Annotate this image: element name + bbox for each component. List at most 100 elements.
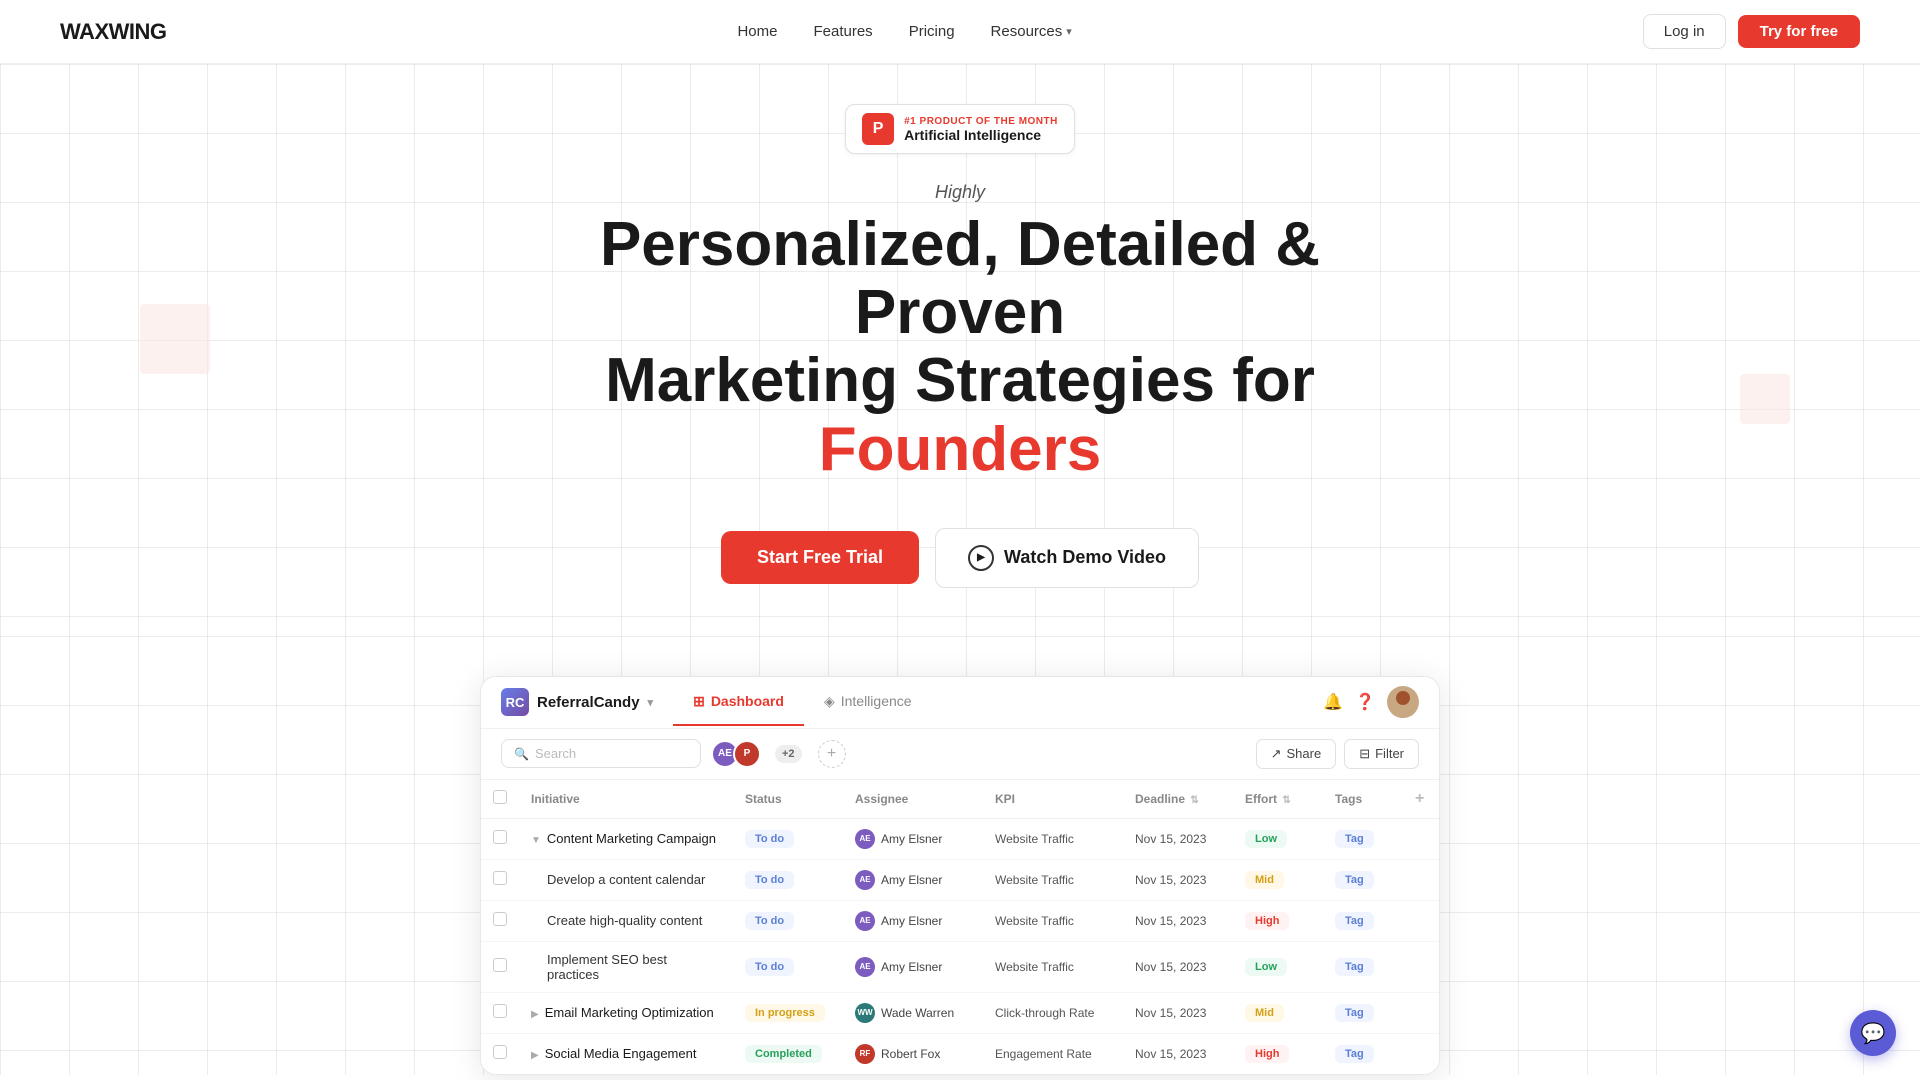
status-badge: To do [745,830,794,848]
row-checkbox[interactable] [493,912,507,926]
search-icon: 🔍 [514,747,529,761]
expand-icon[interactable]: ▶ [531,1050,539,1061]
navbar: WAXWING Home Features Pricing Resources … [0,0,1920,64]
initiative-name: Implement SEO best practices [547,952,667,982]
select-all-checkbox[interactable] [493,790,507,804]
deadline-value: Nov 15, 2023 [1135,1047,1206,1061]
initiatives-table: Initiative Status Assignee KPI Deadline … [481,780,1439,1074]
header-deadline[interactable]: Deadline ⇅ [1123,780,1233,819]
bell-icon[interactable]: 🔔 [1323,692,1343,712]
brand-chevron-icon: ▾ [648,696,654,709]
user-avatar[interactable] [1387,686,1419,718]
effort-badge: High [1245,1045,1289,1063]
nav-pricing[interactable]: Pricing [909,23,955,40]
tag-badge: Tag [1335,1045,1374,1063]
status-badge: To do [745,958,794,976]
dashboard-brand[interactable]: RC ReferralCandy ▾ [501,688,653,716]
initiative-name: Create high-quality content [547,913,702,928]
table-row: Implement SEO best practicesTo do AE Amy… [481,941,1439,992]
header-effort[interactable]: Effort ⇅ [1233,780,1323,819]
tag-badge: Tag [1335,912,1374,930]
expand-icon[interactable]: ▶ [531,1009,539,1020]
dashboard-toolbar: 🔍 Search AE P +2 + ↗ Share [481,729,1439,780]
nav-home[interactable]: Home [737,23,777,40]
dashboard-tabs: ⊞ Dashboard ◈ Intelligence [673,679,931,726]
filter-icon: ⊟ [1359,746,1370,762]
effort-badge: Mid [1245,1004,1284,1022]
toolbar-right: ↗ Share ⊟ Filter [1256,739,1419,769]
table-row: ▼Content Marketing CampaignTo do AE Amy … [481,818,1439,859]
row-checkbox[interactable] [493,1045,507,1059]
row-checkbox[interactable] [493,830,507,844]
login-button[interactable]: Log in [1643,14,1726,49]
decorative-square-1 [140,304,210,374]
assignee-avatar: RF [855,1044,875,1064]
nav-actions: Log in Try for free [1643,14,1860,49]
brand-icon: RC [501,688,529,716]
deadline-sort-icon: ⇅ [1190,795,1198,806]
try-free-button[interactable]: Try for free [1738,15,1860,48]
assignee-avatar: AE [855,870,875,890]
dashboard-topbar: RC ReferralCandy ▾ ⊞ Dashboard ◈ Intelli… [481,677,1439,729]
header-status: Status [733,780,843,819]
chat-bubble[interactable]: 💬 [1850,1010,1896,1056]
deadline-value: Nov 15, 2023 [1135,873,1206,887]
deadline-value: Nov 15, 2023 [1135,832,1206,846]
hero-section: P #1 PRODUCT OF THE MONTH Artificial Int… [0,64,1920,1075]
initiative-name: Email Marketing Optimization [545,1005,714,1020]
help-icon[interactable]: ❓ [1355,692,1375,712]
kpi-value: Website Traffic [995,832,1074,846]
kpi-value: Website Traffic [995,873,1074,887]
table-row: ▶Social Media EngagementCompleted RF Rob… [481,1033,1439,1074]
assignee-name: Amy Elsner [881,873,942,887]
share-button[interactable]: ↗ Share [1256,739,1337,769]
hero-buttons: Start Free Trial ▶ Watch Demo Video [721,528,1199,588]
effort-badge: Low [1245,830,1287,848]
chevron-down-icon: ▾ [1066,25,1072,38]
search-placeholder: Search [535,746,576,761]
search-box[interactable]: 🔍 Search [501,739,701,768]
add-column-icon[interactable]: + [1415,790,1424,807]
table-header: Initiative Status Assignee KPI Deadline … [481,780,1439,819]
initiative-name: Develop a content calendar [547,872,705,887]
filter-button[interactable]: ⊟ Filter [1344,739,1419,769]
ph-title: Artificial Intelligence [904,127,1058,143]
header-kpi: KPI [983,780,1123,819]
hero-heading-line2: Marketing Strategies for [605,346,1315,415]
hero-heading: Personalized, Detailed & Proven Marketin… [560,211,1360,484]
dashboard-tab-icon: ⊞ [693,693,705,710]
hero-eyebrow: Highly [935,182,985,203]
row-checkbox[interactable] [493,871,507,885]
assignee-avatar: AE [855,957,875,977]
expand-icon[interactable]: ▼ [531,835,541,846]
header-add-column[interactable]: + [1403,780,1439,819]
demo-label: Watch Demo Video [1004,547,1166,568]
header-initiative: Initiative [519,780,733,819]
kpi-value: Engagement Rate [995,1047,1092,1061]
assignee-avatar: AE [855,829,875,849]
nav-resources-dropdown[interactable]: Resources ▾ [991,23,1072,40]
toolbar-left: 🔍 Search AE P +2 + [501,739,846,768]
header-select-all[interactable] [481,780,519,819]
tab-intelligence[interactable]: ◈ Intelligence [804,679,932,726]
effort-badge: Mid [1245,871,1284,889]
table-row: Create high-quality contentTo do AE Amy … [481,900,1439,941]
deadline-value: Nov 15, 2023 [1135,914,1206,928]
assignee-name: Amy Elsner [881,832,942,846]
row-checkbox[interactable] [493,1004,507,1018]
assignee-avatar: WW [855,1003,875,1023]
add-member-button[interactable]: + [818,740,846,768]
watch-demo-button[interactable]: ▶ Watch Demo Video [935,528,1199,588]
hero-heading-line1: Personalized, Detailed & Proven [600,210,1320,347]
user-avatars: AE P [711,740,761,768]
row-checkbox[interactable] [493,958,507,972]
product-hunt-badge: P #1 PRODUCT OF THE MONTH Artificial Int… [845,104,1075,154]
nav-resources[interactable]: Resources [991,23,1063,40]
tab-dashboard[interactable]: ⊞ Dashboard [673,679,804,726]
dashboard-card: RC ReferralCandy ▾ ⊞ Dashboard ◈ Intelli… [480,676,1440,1075]
effort-sort-icon: ⇅ [1282,795,1290,806]
status-badge: To do [745,912,794,930]
logo: WAXWING [60,19,167,45]
start-trial-button[interactable]: Start Free Trial [721,531,919,584]
nav-features[interactable]: Features [813,23,872,40]
